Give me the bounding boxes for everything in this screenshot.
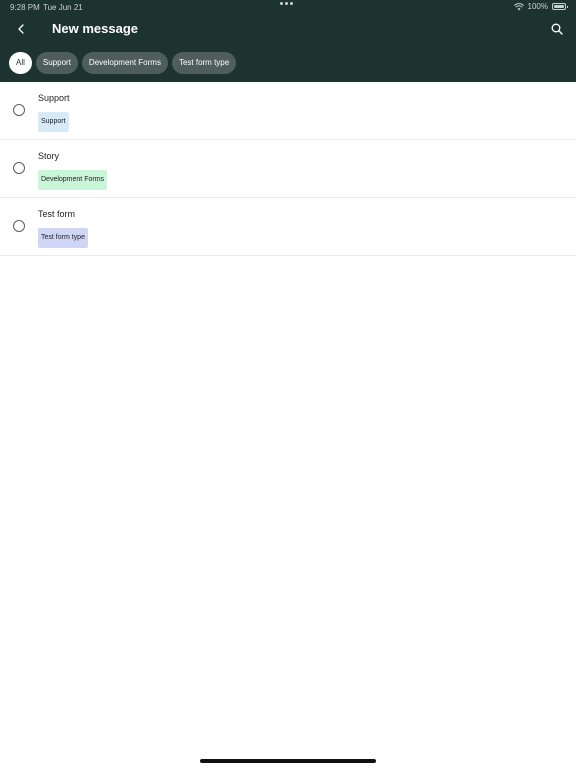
search-button[interactable] (546, 18, 568, 40)
form-list: Support Support Story Development Forms … (0, 82, 576, 256)
app-header: 9:28 PM Tue Jun 21 100% New message All … (0, 0, 576, 82)
radio-button[interactable] (13, 220, 25, 232)
status-bar: 9:28 PM Tue Jun 21 100% (0, 0, 576, 14)
wifi-icon (513, 2, 524, 10)
filter-chip-support[interactable]: Support (35, 52, 78, 74)
form-type-tag: Test form type (38, 228, 88, 248)
radio-button[interactable] (13, 162, 25, 174)
item-title: Story (38, 151, 60, 161)
list-item[interactable]: Story Development Forms (0, 140, 576, 198)
status-indicators: 100% (513, 2, 568, 11)
item-title: Test form (38, 209, 76, 219)
back-button[interactable] (10, 18, 32, 40)
status-time: 9:28 PM (10, 3, 40, 12)
list-item[interactable]: Test form Test form type (0, 198, 576, 256)
page-title: New message (52, 21, 138, 36)
item-title: Support (38, 93, 70, 103)
filter-chip-all[interactable]: All (9, 52, 32, 74)
nav-bar: New message (0, 16, 576, 44)
multitasking-dots-icon[interactable] (280, 2, 293, 5)
filter-chip-development-forms[interactable]: Development Forms (81, 52, 168, 74)
status-date: Tue Jun 21 (43, 3, 83, 12)
search-icon (551, 23, 563, 35)
battery-percent: 100% (527, 2, 548, 11)
radio-button[interactable] (13, 104, 25, 116)
home-indicator[interactable] (200, 759, 376, 763)
list-item[interactable]: Support Support (0, 82, 576, 140)
chevron-left-icon (18, 24, 24, 34)
filter-chip-test-form-type[interactable]: Test form type (171, 52, 237, 74)
form-type-tag: Development Forms (38, 170, 108, 190)
filter-chips: All Support Development Forms Test form … (9, 52, 237, 74)
form-type-tag: Support (38, 112, 69, 132)
battery-icon (552, 3, 568, 10)
